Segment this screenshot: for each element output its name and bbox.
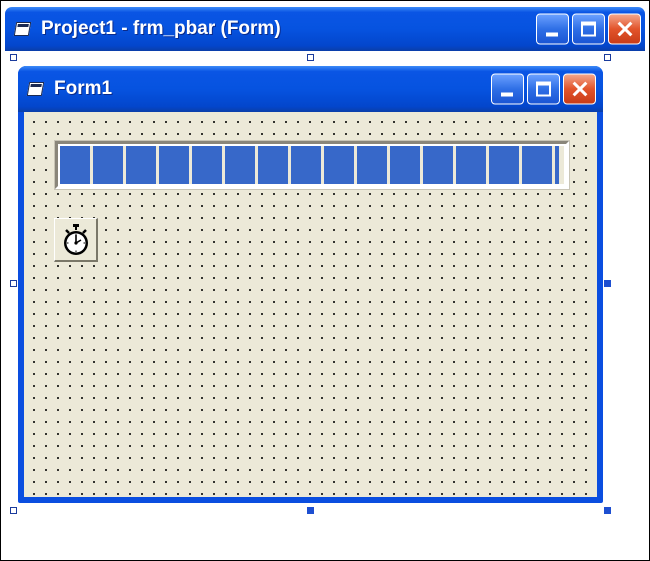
designer-window-title: Project1 - frm_pbar (Form)	[41, 18, 281, 39]
form1-window-controls	[491, 73, 596, 105]
selection-handle-bottom-left[interactable]	[10, 507, 17, 514]
selection-handle-left[interactable]	[10, 280, 17, 287]
selection-handle-top-left[interactable]	[10, 54, 17, 61]
designer-title-bar[interactable]: Project1 - frm_pbar (Form)	[5, 7, 645, 51]
timer-control[interactable]	[54, 218, 98, 262]
form1-window[interactable]: Form1	[18, 66, 603, 503]
form1-title-bar[interactable]: Form1	[18, 66, 603, 112]
minimize-icon	[501, 92, 513, 97]
close-icon	[609, 15, 640, 44]
form1-title: Form1	[54, 78, 113, 99]
form-icon	[26, 81, 45, 97]
form-icon	[13, 21, 32, 37]
designer-window-controls	[536, 13, 641, 45]
form1-design-grid[interactable]	[24, 112, 597, 497]
designer-window: Project1 - frm_pbar (Form) Form1	[0, 0, 650, 561]
designer-maximize-button[interactable]	[572, 13, 605, 45]
progress-bar-fill	[60, 146, 559, 184]
form1-minimize-button[interactable]	[491, 73, 524, 105]
form1-maximize-button[interactable]	[527, 73, 560, 105]
progress-bar-track	[60, 146, 564, 184]
maximize-icon	[536, 81, 551, 97]
selection-handle-right[interactable]	[604, 280, 611, 287]
designer-close-button[interactable]	[608, 13, 641, 45]
form1-close-button[interactable]	[563, 73, 596, 105]
selection-handle-bottom[interactable]	[307, 507, 314, 514]
close-icon	[564, 75, 595, 104]
designer-minimize-button[interactable]	[536, 13, 569, 45]
selection-handle-bottom-right[interactable]	[604, 507, 611, 514]
progress-bar-control[interactable]	[54, 140, 570, 190]
selection-handle-top[interactable]	[307, 54, 314, 61]
minimize-icon	[546, 32, 558, 37]
stopwatch-icon	[64, 224, 88, 255]
maximize-icon	[581, 21, 596, 37]
selection-handle-top-right[interactable]	[604, 54, 611, 61]
